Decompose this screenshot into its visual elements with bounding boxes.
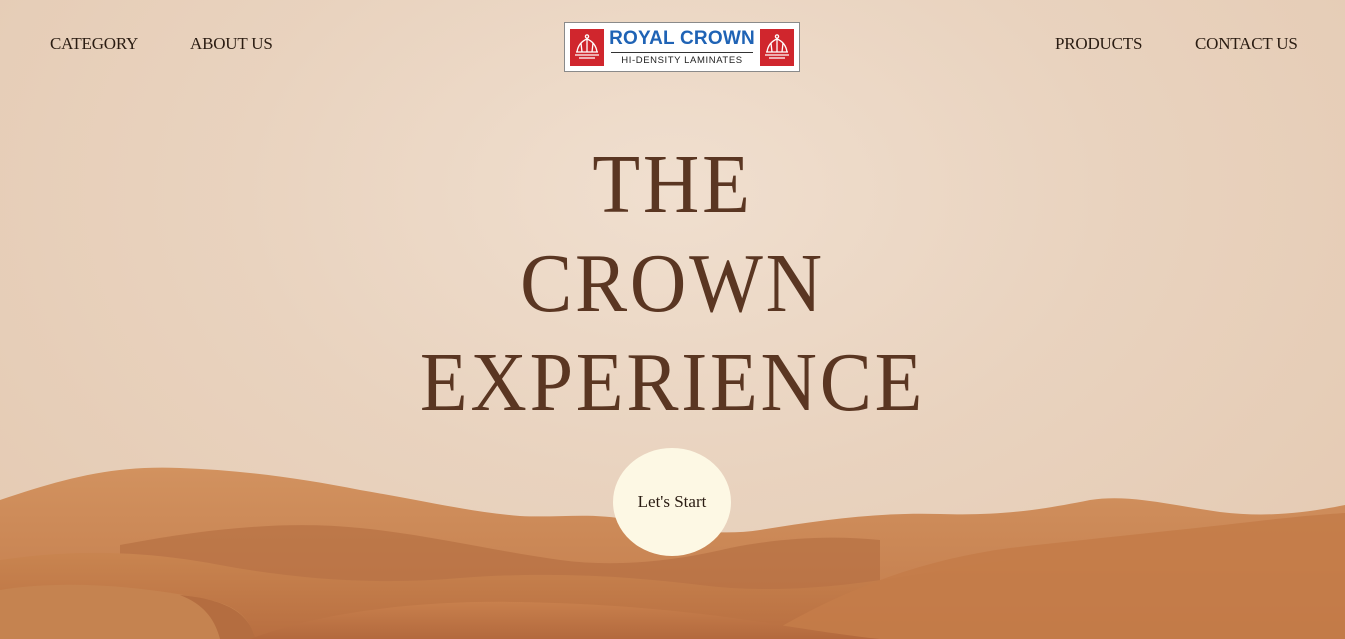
hero-headline: THE CROWN EXPERIENCE (0, 135, 1345, 432)
headline-line-3: EXPERIENCE (419, 336, 926, 429)
headline-line-2: CROWN (520, 237, 825, 330)
logo-subtitle: HI-DENSITY LAMINATES (621, 55, 743, 66)
crown-icon (570, 29, 604, 66)
logo-divider (611, 52, 753, 53)
nav-category-link[interactable]: CATEGORY (50, 34, 138, 54)
crown-icon (760, 29, 794, 66)
nav-about-us-link[interactable]: ABOUT US (190, 34, 273, 54)
nav-contact-us-link[interactable]: CONTACT US (1195, 34, 1298, 54)
logo-title: ROYAL CROWN (609, 28, 755, 49)
brand-logo[interactable]: ROYAL CROWN HI-DENSITY LAMINATES (564, 22, 800, 72)
nav-products-link[interactable]: PRODUCTS (1055, 34, 1142, 54)
lets-start-button[interactable]: Let's Start (613, 448, 731, 556)
headline-line-1: THE (592, 138, 753, 231)
